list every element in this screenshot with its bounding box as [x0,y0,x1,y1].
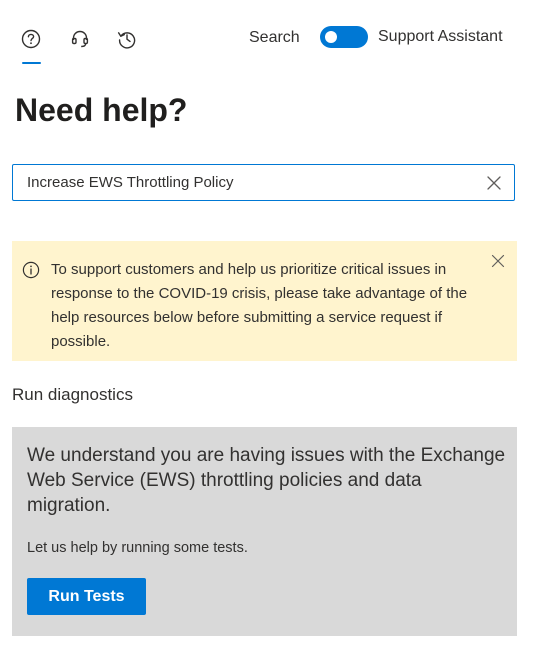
diagnostics-subtext: Let us help by running some tests. [27,540,248,556]
close-icon[interactable] [486,175,502,191]
diagnostics-card: We understand you are having issues with… [12,427,517,636]
info-icon [22,261,40,279]
selected-tab-indicator [22,62,41,64]
assistant-toggle[interactable] [320,26,368,48]
search-box [12,164,515,201]
help-icon[interactable] [16,24,46,54]
notice-text: To support customers and help us priorit… [51,261,468,350]
run-tests-button[interactable]: Run Tests [27,578,146,615]
toggle-knob [325,31,337,43]
assistant-mode-label: Support Assistant [378,28,503,45]
diagnostics-message: We understand you are having issues with… [27,445,506,516]
close-icon[interactable] [491,254,505,268]
history-icon[interactable] [112,24,142,54]
page-title: Need help? [15,92,188,128]
top-bar: Search Support Assistant [0,0,539,70]
run-diagnostics-heading: Run diagnostics [12,385,133,404]
headset-icon[interactable] [65,24,95,54]
search-input[interactable] [27,165,467,200]
search-mode-label: Search [249,29,300,46]
covid-notice-banner: To support customers and help us priorit… [12,241,517,361]
